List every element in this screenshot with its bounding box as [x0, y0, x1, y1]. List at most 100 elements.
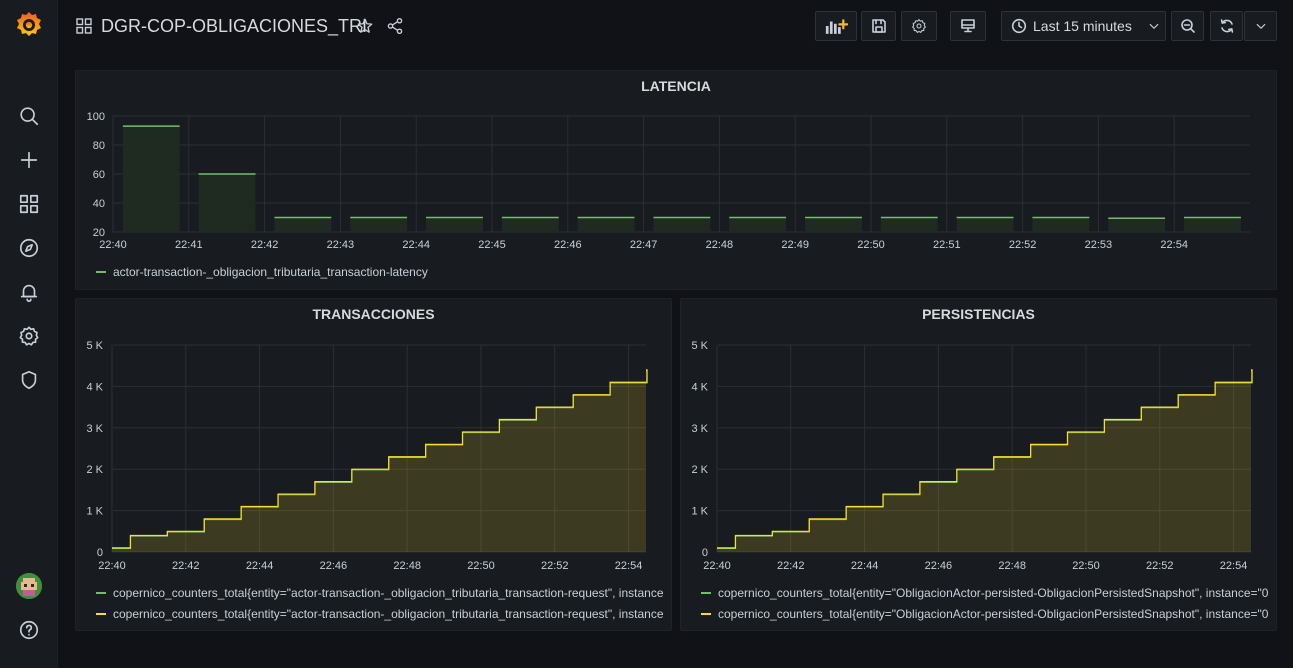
bar: [1108, 218, 1166, 232]
x-tick-label: 22:54: [1220, 560, 1248, 572]
dashboard-navbar: DGR-COP-OBLIGACIONES_TRI Last 15 minutes: [58, 0, 1293, 54]
bar: [805, 217, 862, 232]
bar: [350, 217, 408, 232]
y-tick-label: 1 K: [86, 506, 103, 518]
refresh-icon: [1220, 19, 1233, 33]
x-tick-label: 22:42: [777, 560, 805, 572]
legend-item[interactable]: copernico_counters_total{entity="actor-t…: [96, 582, 663, 603]
y-tick-label: 5 K: [691, 340, 708, 352]
cycle-view-mode-button[interactable]: [950, 11, 986, 41]
legend-item[interactable]: copernico_counters_total{entity="Obligac…: [701, 582, 1268, 603]
transactions-area-chart: 0 1 K 2 K 3 K 4 K 5 K 22:40 22:42 22:44 22:46 22:4…: [86, 340, 648, 572]
y-tick-label: 5 K: [86, 340, 103, 352]
y-tick-label: 3 K: [86, 423, 103, 435]
y-tick-label: 0: [702, 547, 708, 559]
bar: [653, 217, 711, 232]
x-tick-label: 22:42: [172, 560, 200, 572]
x-tick-label: 22:46: [320, 560, 348, 572]
dashboards-icon[interactable]: [17, 192, 41, 216]
save-icon: [871, 19, 886, 33]
zoom-out-icon: [1180, 19, 1195, 33]
star-icon[interactable]: [356, 17, 374, 35]
bar: [198, 174, 256, 232]
legend-swatch: [96, 612, 106, 615]
bar: [501, 217, 559, 232]
x-tick-label: 22:50: [1072, 560, 1100, 572]
x-tick-label: 22:52: [541, 560, 569, 572]
server-admin-shield-icon[interactable]: [17, 368, 41, 392]
x-tick-label: 22:54: [615, 560, 643, 572]
cog-icon: [912, 19, 926, 33]
latency-bar-chart: 20 40 60 80 100 22:40 22:41 22:42 22:43 22:44 22:4…: [87, 111, 1250, 251]
persistences-area-chart: 0 1 K 2 K 3 K 4 K 5 K 22:40 22:42 22:44 22:46 22:4…: [691, 340, 1253, 572]
configuration-gear-icon[interactable]: [17, 324, 41, 348]
legend-item[interactable]: actor-transaction-_obligacion_tributaria…: [96, 261, 1268, 282]
user-avatar[interactable]: [16, 573, 42, 599]
bar: [956, 217, 1014, 232]
plus-icon[interactable]: [17, 148, 41, 172]
x-tick-label: 22:51: [933, 239, 961, 251]
sidebar: [0, 0, 58, 668]
y-tick-label: 20: [93, 227, 105, 239]
bar: [577, 217, 635, 232]
legend: actor-transaction-_obligacion_tributaria…: [96, 261, 1268, 282]
x-tick-label: 22:54: [1160, 239, 1188, 251]
time-range-label: Last 15 minutes: [1033, 18, 1132, 34]
x-tick-label: 22:40: [98, 560, 126, 572]
x-tick-label: 22:44: [246, 560, 274, 572]
x-tick-label: 22:44: [851, 560, 879, 572]
chevron-down-icon: [1149, 23, 1159, 29]
refresh-button[interactable]: [1210, 11, 1243, 41]
grafana-logo-icon[interactable]: [14, 10, 44, 40]
x-tick-label: 22:50: [857, 239, 885, 251]
bar: [1184, 217, 1241, 232]
legend-label: copernico_counters_total{entity="Obligac…: [718, 606, 1268, 621]
x-tick-label: 22:41: [175, 239, 203, 251]
x-tick-label: 22:40: [99, 239, 127, 251]
y-tick-label: 0: [97, 547, 103, 559]
search-icon[interactable]: [17, 104, 41, 128]
x-tick-label: 22:48: [706, 239, 734, 251]
legend-item[interactable]: copernico_counters_total{entity="actor-t…: [96, 603, 663, 624]
legend: copernico_counters_total{entity="Obligac…: [701, 582, 1268, 624]
add-panel-button[interactable]: [815, 11, 857, 41]
legend-label: copernico_counters_total{entity="Obligac…: [718, 585, 1268, 600]
x-tick-label: 22:52: [1009, 239, 1037, 251]
chevron-down-icon: [1256, 23, 1265, 29]
x-tick-label: 22:50: [467, 560, 495, 572]
legend-swatch: [96, 591, 106, 594]
legend-label: copernico_counters_total{entity="actor-t…: [113, 606, 663, 621]
bar: [1032, 217, 1090, 232]
y-tick-label: 100: [87, 111, 105, 123]
x-tick-label: 22:49: [781, 239, 809, 251]
x-tick-label: 22:46: [554, 239, 582, 251]
dashboard-settings-button[interactable]: [901, 11, 937, 41]
x-tick-label: 22:46: [925, 560, 953, 572]
refresh-interval-button[interactable]: [1244, 11, 1277, 41]
dashboard-title[interactable]: DGR-COP-OBLIGACIONES_TRI: [101, 16, 367, 37]
zoom-out-button[interactable]: [1171, 11, 1204, 41]
share-icon[interactable]: [386, 17, 404, 35]
y-tick-label: 40: [93, 198, 105, 210]
help-icon[interactable]: [17, 618, 41, 642]
y-tick-label: 80: [93, 140, 105, 152]
explore-compass-icon[interactable]: [17, 236, 41, 260]
bar: [426, 217, 483, 232]
x-tick-label: 22:48: [998, 560, 1026, 572]
y-tick-label: 2 K: [86, 464, 103, 476]
legend-swatch: [96, 270, 106, 273]
x-tick-label: 22:43: [327, 239, 355, 251]
save-dashboard-button[interactable]: [861, 11, 896, 41]
alerting-bell-icon[interactable]: [17, 280, 41, 304]
legend-label: copernico_counters_total{entity="actor-t…: [113, 585, 663, 600]
panel-persistencias: PERSISTENCIAS 01 K2 K3 K4 K5 K 22:40 22:42…: [680, 298, 1277, 631]
legend-swatch: [701, 591, 711, 594]
bar: [729, 217, 787, 232]
y-tick-label: 3 K: [691, 423, 708, 435]
x-tick-label: 22:42: [251, 239, 279, 251]
x-tick-label: 22:47: [630, 239, 658, 251]
series-area: [717, 369, 1252, 552]
legend-item[interactable]: copernico_counters_total{entity="Obligac…: [701, 603, 1268, 624]
y-tick-label: 2 K: [691, 464, 708, 476]
time-picker-button[interactable]: Last 15 minutes: [1001, 11, 1166, 41]
